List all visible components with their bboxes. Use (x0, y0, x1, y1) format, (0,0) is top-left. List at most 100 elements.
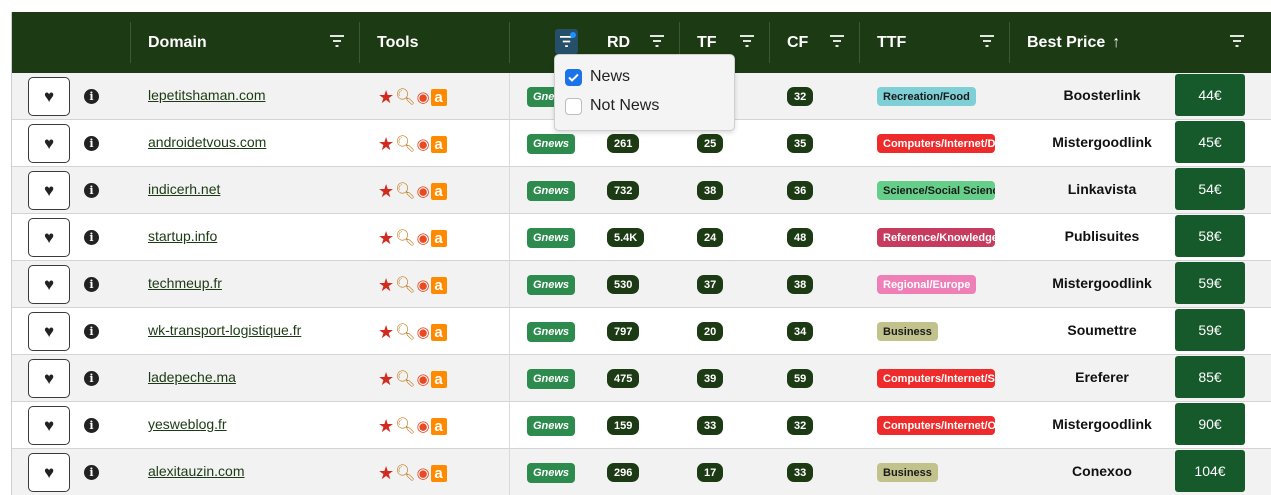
a-logo-icon: a (430, 417, 447, 435)
column-divider (509, 308, 510, 355)
favorite-button[interactable]: ♥ (28, 124, 70, 163)
magnifier-icon: 🔍︎ (395, 136, 416, 153)
ring-icon: ◉ (416, 230, 430, 247)
info-icon[interactable]: i (84, 230, 99, 245)
a-logo-icon: a (430, 276, 447, 294)
filter-option-not-news[interactable]: Not News (565, 96, 659, 116)
checkbox-checked-icon[interactable] (565, 68, 582, 86)
magnifier-icon: 🔍︎ (395, 324, 416, 341)
sort-ascending-icon[interactable]: ↑ (1112, 34, 1120, 52)
column-ttf[interactable]: TTF (877, 12, 906, 73)
favorite-button[interactable]: ♥ (28, 453, 70, 492)
tools-icons: ★ 🔍︎ ◉ a (378, 86, 447, 108)
info-icon[interactable]: i (84, 183, 99, 198)
price-button[interactable]: 54€ (1175, 168, 1245, 210)
tf-value: 17 (697, 463, 724, 482)
ttf-filter-icon[interactable] (980, 34, 994, 48)
info-icon[interactable]: i (84, 136, 99, 151)
domain-link[interactable]: ladepeche.ma (148, 369, 236, 385)
favorite-button[interactable]: ♥ (28, 171, 70, 210)
domain-link[interactable]: indicerh.net (148, 181, 220, 197)
cf-value: 32 (787, 416, 814, 435)
seller-name: Boosterlink (1063, 87, 1141, 103)
magnifier-icon: 🔍︎ (395, 183, 416, 200)
column-divider (509, 449, 510, 495)
domain-filter-icon[interactable] (330, 34, 344, 48)
info-icon[interactable]: i (84, 418, 99, 433)
tools-icons: ★ 🔍︎ ◉ a (378, 462, 447, 484)
domain-link[interactable]: alexitauzin.com (148, 463, 245, 479)
star-icon: ★ (378, 134, 395, 154)
cf-value: 59 (787, 369, 814, 388)
price-button[interactable]: 59€ (1175, 262, 1245, 304)
table-row: ♥ i yesweblog.fr ★ 🔍︎ ◉ a Gnews 159 33 32 Computers… (12, 402, 1271, 449)
checkbox-unchecked-icon[interactable] (565, 97, 582, 115)
rd-value: 475 (607, 369, 640, 388)
info-icon[interactable]: i (84, 324, 99, 339)
ring-icon: ◉ (416, 183, 430, 200)
tf-filter-icon[interactable] (740, 34, 754, 48)
domain-link[interactable]: lepetitshaman.com (148, 87, 266, 103)
news-filter-dropdown: News Not News (554, 54, 735, 131)
favorite-button[interactable]: ♥ (28, 359, 70, 398)
ttf-category-badge: Reference/Knowledge (877, 228, 995, 247)
price-button[interactable]: 59€ (1175, 309, 1245, 351)
header-divider (359, 22, 360, 63)
info-icon[interactable]: i (84, 89, 99, 104)
ttf-header-label: TTF (877, 33, 907, 51)
seller-name: Soumettre (1067, 322, 1137, 338)
price-button[interactable]: 58€ (1175, 215, 1245, 257)
domain-link[interactable]: wk-transport-logistique.fr (148, 322, 301, 338)
favorite-button[interactable]: ♥ (28, 406, 70, 445)
info-icon[interactable]: i (84, 371, 99, 386)
filter-option-news[interactable]: News (565, 67, 630, 87)
gnews-badge: Gnews (527, 275, 575, 295)
tools-icons: ★ 🔍︎ ◉ a (378, 415, 447, 437)
magnifier-icon: 🔍︎ (395, 277, 416, 294)
favorite-button[interactable]: ♥ (28, 218, 70, 257)
ttf-category-badge: Computers/Internet/D (877, 134, 995, 153)
ttf-category-badge: Business (877, 463, 938, 482)
gnews-badge: Gnews (527, 463, 575, 483)
price-button[interactable]: 90€ (1175, 403, 1245, 445)
price-button[interactable]: 44€ (1175, 74, 1245, 116)
news-filter-icon[interactable] (555, 29, 578, 54)
star-icon: ★ (378, 228, 395, 248)
column-cf[interactable]: CF (787, 12, 808, 73)
best-price-filter-icon[interactable] (1230, 34, 1244, 48)
column-tools[interactable]: Tools (377, 12, 418, 73)
domain-link[interactable]: androidetvous.com (148, 134, 266, 150)
heart-icon: ♥ (43, 180, 55, 200)
tools-icons: ★ 🔍︎ ◉ a (378, 180, 447, 202)
ttf-category-badge: Regional/Europe (877, 275, 977, 294)
rd-filter-icon[interactable] (650, 34, 664, 48)
heart-icon: ♥ (43, 368, 55, 388)
price-button[interactable]: 85€ (1175, 356, 1245, 398)
price-button[interactable]: 104€ (1175, 450, 1245, 492)
column-domain[interactable]: Domain (148, 12, 207, 73)
magnifier-icon: 🔍︎ (395, 230, 416, 247)
rd-header-label: RD (607, 33, 631, 51)
favorite-button[interactable]: ♥ (28, 77, 70, 116)
domain-link[interactable]: techmeup.fr (148, 275, 222, 291)
column-divider (509, 73, 510, 120)
header-divider (769, 22, 770, 63)
favorite-button[interactable]: ♥ (28, 265, 70, 304)
favorite-button[interactable]: ♥ (28, 312, 70, 351)
gnews-badge: Gnews (527, 416, 575, 436)
best-price-header-label: Best Price (1027, 33, 1106, 51)
table-row: ♥ i startup.info ★ 🔍︎ ◉ a Gnews 5.4K 24 48 Referenc… (12, 214, 1271, 261)
info-icon[interactable]: i (84, 277, 99, 292)
filter-option-label: News (590, 68, 631, 85)
domain-link[interactable]: startup.info (148, 228, 217, 244)
price-button[interactable]: 45€ (1175, 121, 1245, 163)
info-icon[interactable]: i (84, 465, 99, 480)
column-divider (509, 120, 510, 167)
ttf-category-badge: Science/Social Science (877, 181, 995, 200)
cf-value: 32 (787, 87, 814, 106)
column-best-price[interactable]: Best Price ↑ (1027, 12, 1120, 73)
tf-value: 37 (697, 275, 724, 294)
cf-filter-icon[interactable] (830, 34, 844, 48)
header-divider (1009, 22, 1010, 63)
domain-link[interactable]: yesweblog.fr (148, 416, 227, 432)
